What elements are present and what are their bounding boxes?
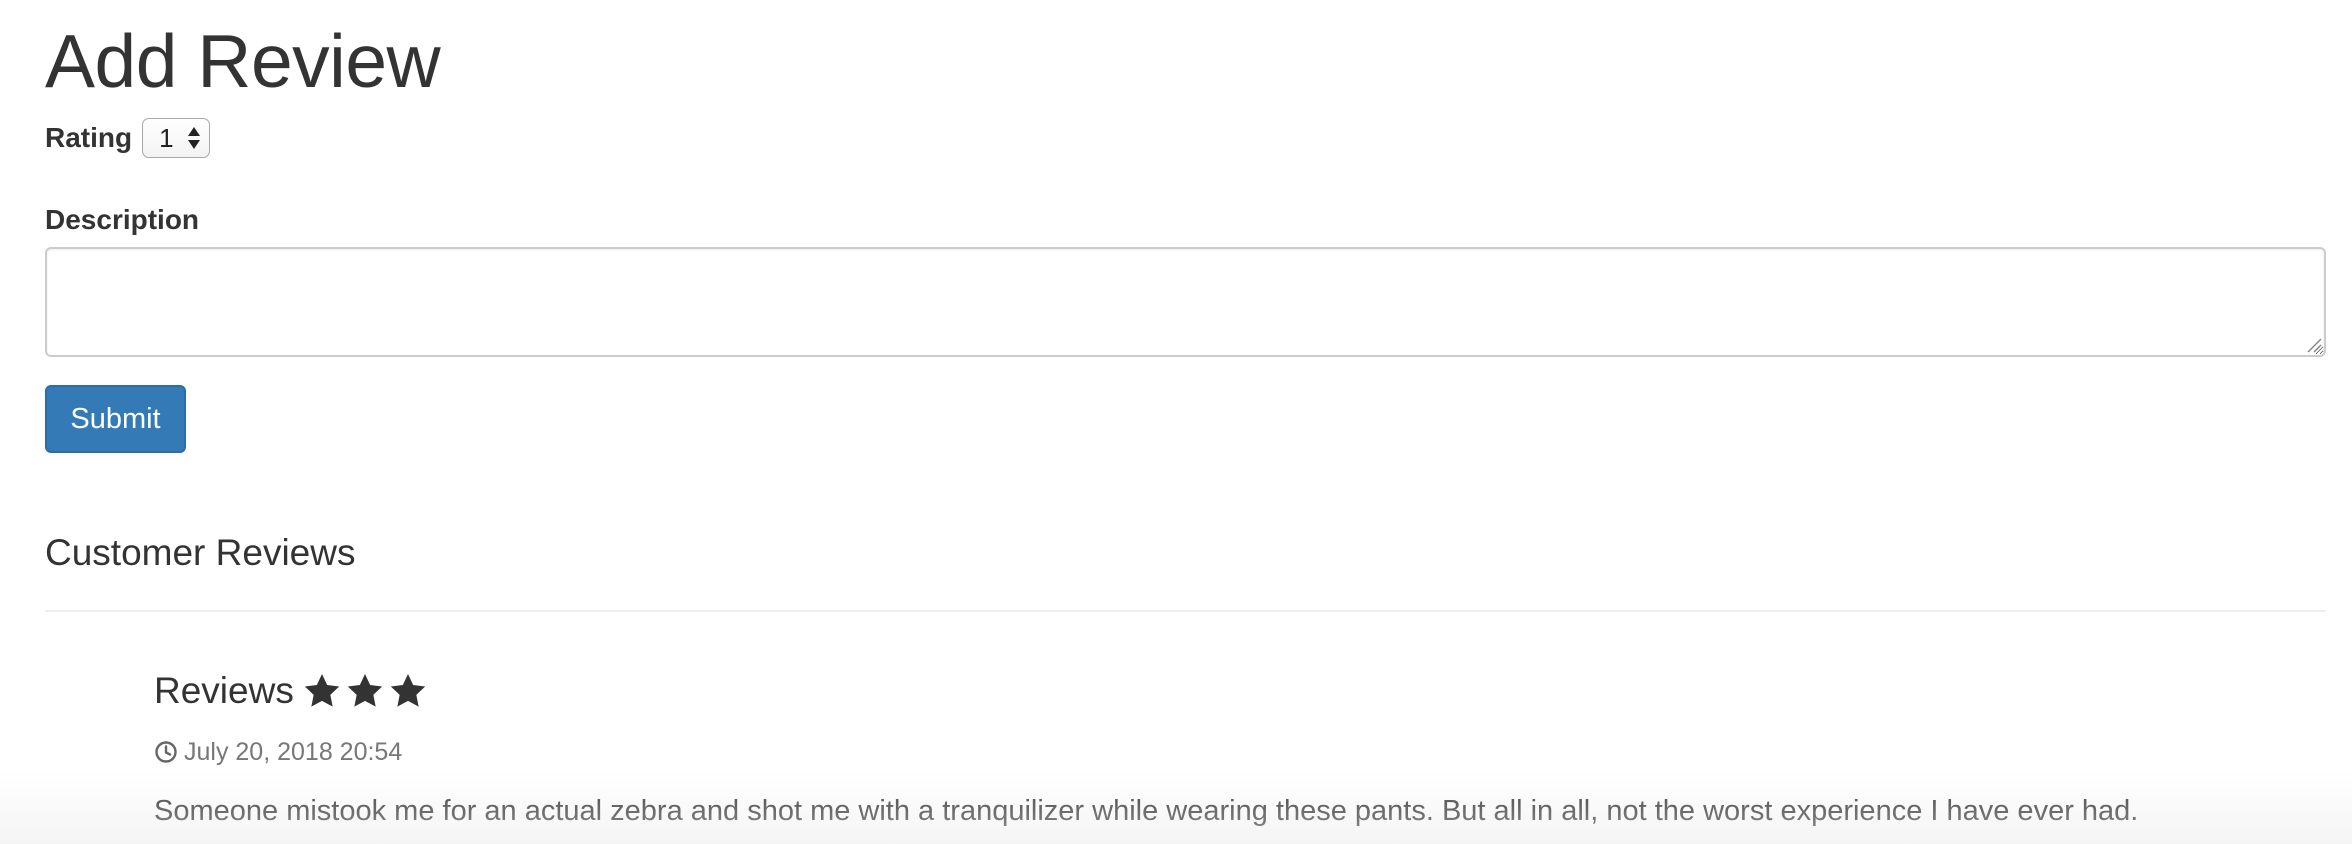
rating-select[interactable]: 1	[142, 118, 211, 158]
review-stars	[302, 671, 431, 711]
description-label: Description	[45, 204, 200, 235]
select-arrows-icon	[188, 127, 201, 149]
rating-select-value: 1	[159, 122, 174, 153]
divider	[45, 610, 2326, 612]
customer-reviews-heading: Customer Reviews	[45, 532, 356, 573]
submit-button[interactable]: Submit	[45, 385, 186, 453]
page: Add Review Rating 1 Description Submit C…	[0, 0, 2352, 844]
review-title: Reviews	[154, 670, 294, 711]
clock-icon	[155, 741, 177, 763]
add-review-title: Add Review	[45, 19, 441, 103]
review-text: Someone mistook me for an actual zebra a…	[154, 795, 2139, 827]
description-textarea[interactable]	[45, 247, 2326, 357]
rating-row: Rating 1	[45, 118, 211, 158]
star-icon	[304, 674, 339, 707]
rating-label: Rating	[45, 122, 133, 153]
resize-handle-icon[interactable]	[2306, 337, 2322, 353]
review-title-row: Reviews	[154, 666, 431, 716]
star-icon	[347, 674, 382, 707]
review-item: Reviews	[154, 666, 431, 716]
review-date: July 20, 2018 20:54	[184, 738, 403, 766]
review-date-row: July 20, 2018 20:54	[154, 735, 402, 769]
star-icon	[390, 674, 425, 707]
